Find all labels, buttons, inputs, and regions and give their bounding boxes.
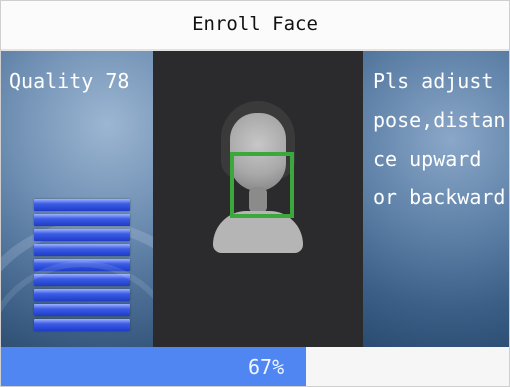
instruction-line: or backward	[373, 185, 506, 209]
quality-bar	[34, 214, 130, 226]
instruction-line: ce upward	[373, 147, 482, 171]
quality-bar	[34, 199, 130, 211]
face-detection-frame-icon	[230, 152, 294, 218]
quality-bar	[34, 244, 130, 256]
screen-title: Enroll Face	[192, 13, 318, 35]
quality-bar	[34, 229, 130, 241]
quality-label: Quality 78	[9, 69, 130, 93]
instructions-panel: Pls adjust pose,distan- ce upward or bac…	[363, 51, 509, 347]
quality-bar	[34, 259, 130, 271]
quality-panel: Quality 78	[1, 51, 221, 386]
instruction-line: Pls adjust	[373, 69, 494, 93]
quality-bars	[34, 199, 130, 334]
quality-bar	[34, 319, 130, 331]
progress-percent: 67%	[248, 355, 285, 379]
quality-bar	[34, 304, 130, 316]
title-bar: Enroll Face	[1, 1, 509, 51]
instruction-line: pose,distan-	[373, 108, 510, 132]
quality-bar	[34, 274, 130, 286]
device-screen: Enroll Face Quality 78 Pls adjust pose,d…	[0, 0, 510, 387]
enrollment-progress-bar: 67%	[1, 347, 509, 386]
camera-preview	[153, 51, 363, 347]
quality-bar	[34, 289, 130, 301]
enroll-face-content: Quality 78 Pls adjust pose,distan- ce up…	[1, 51, 509, 386]
